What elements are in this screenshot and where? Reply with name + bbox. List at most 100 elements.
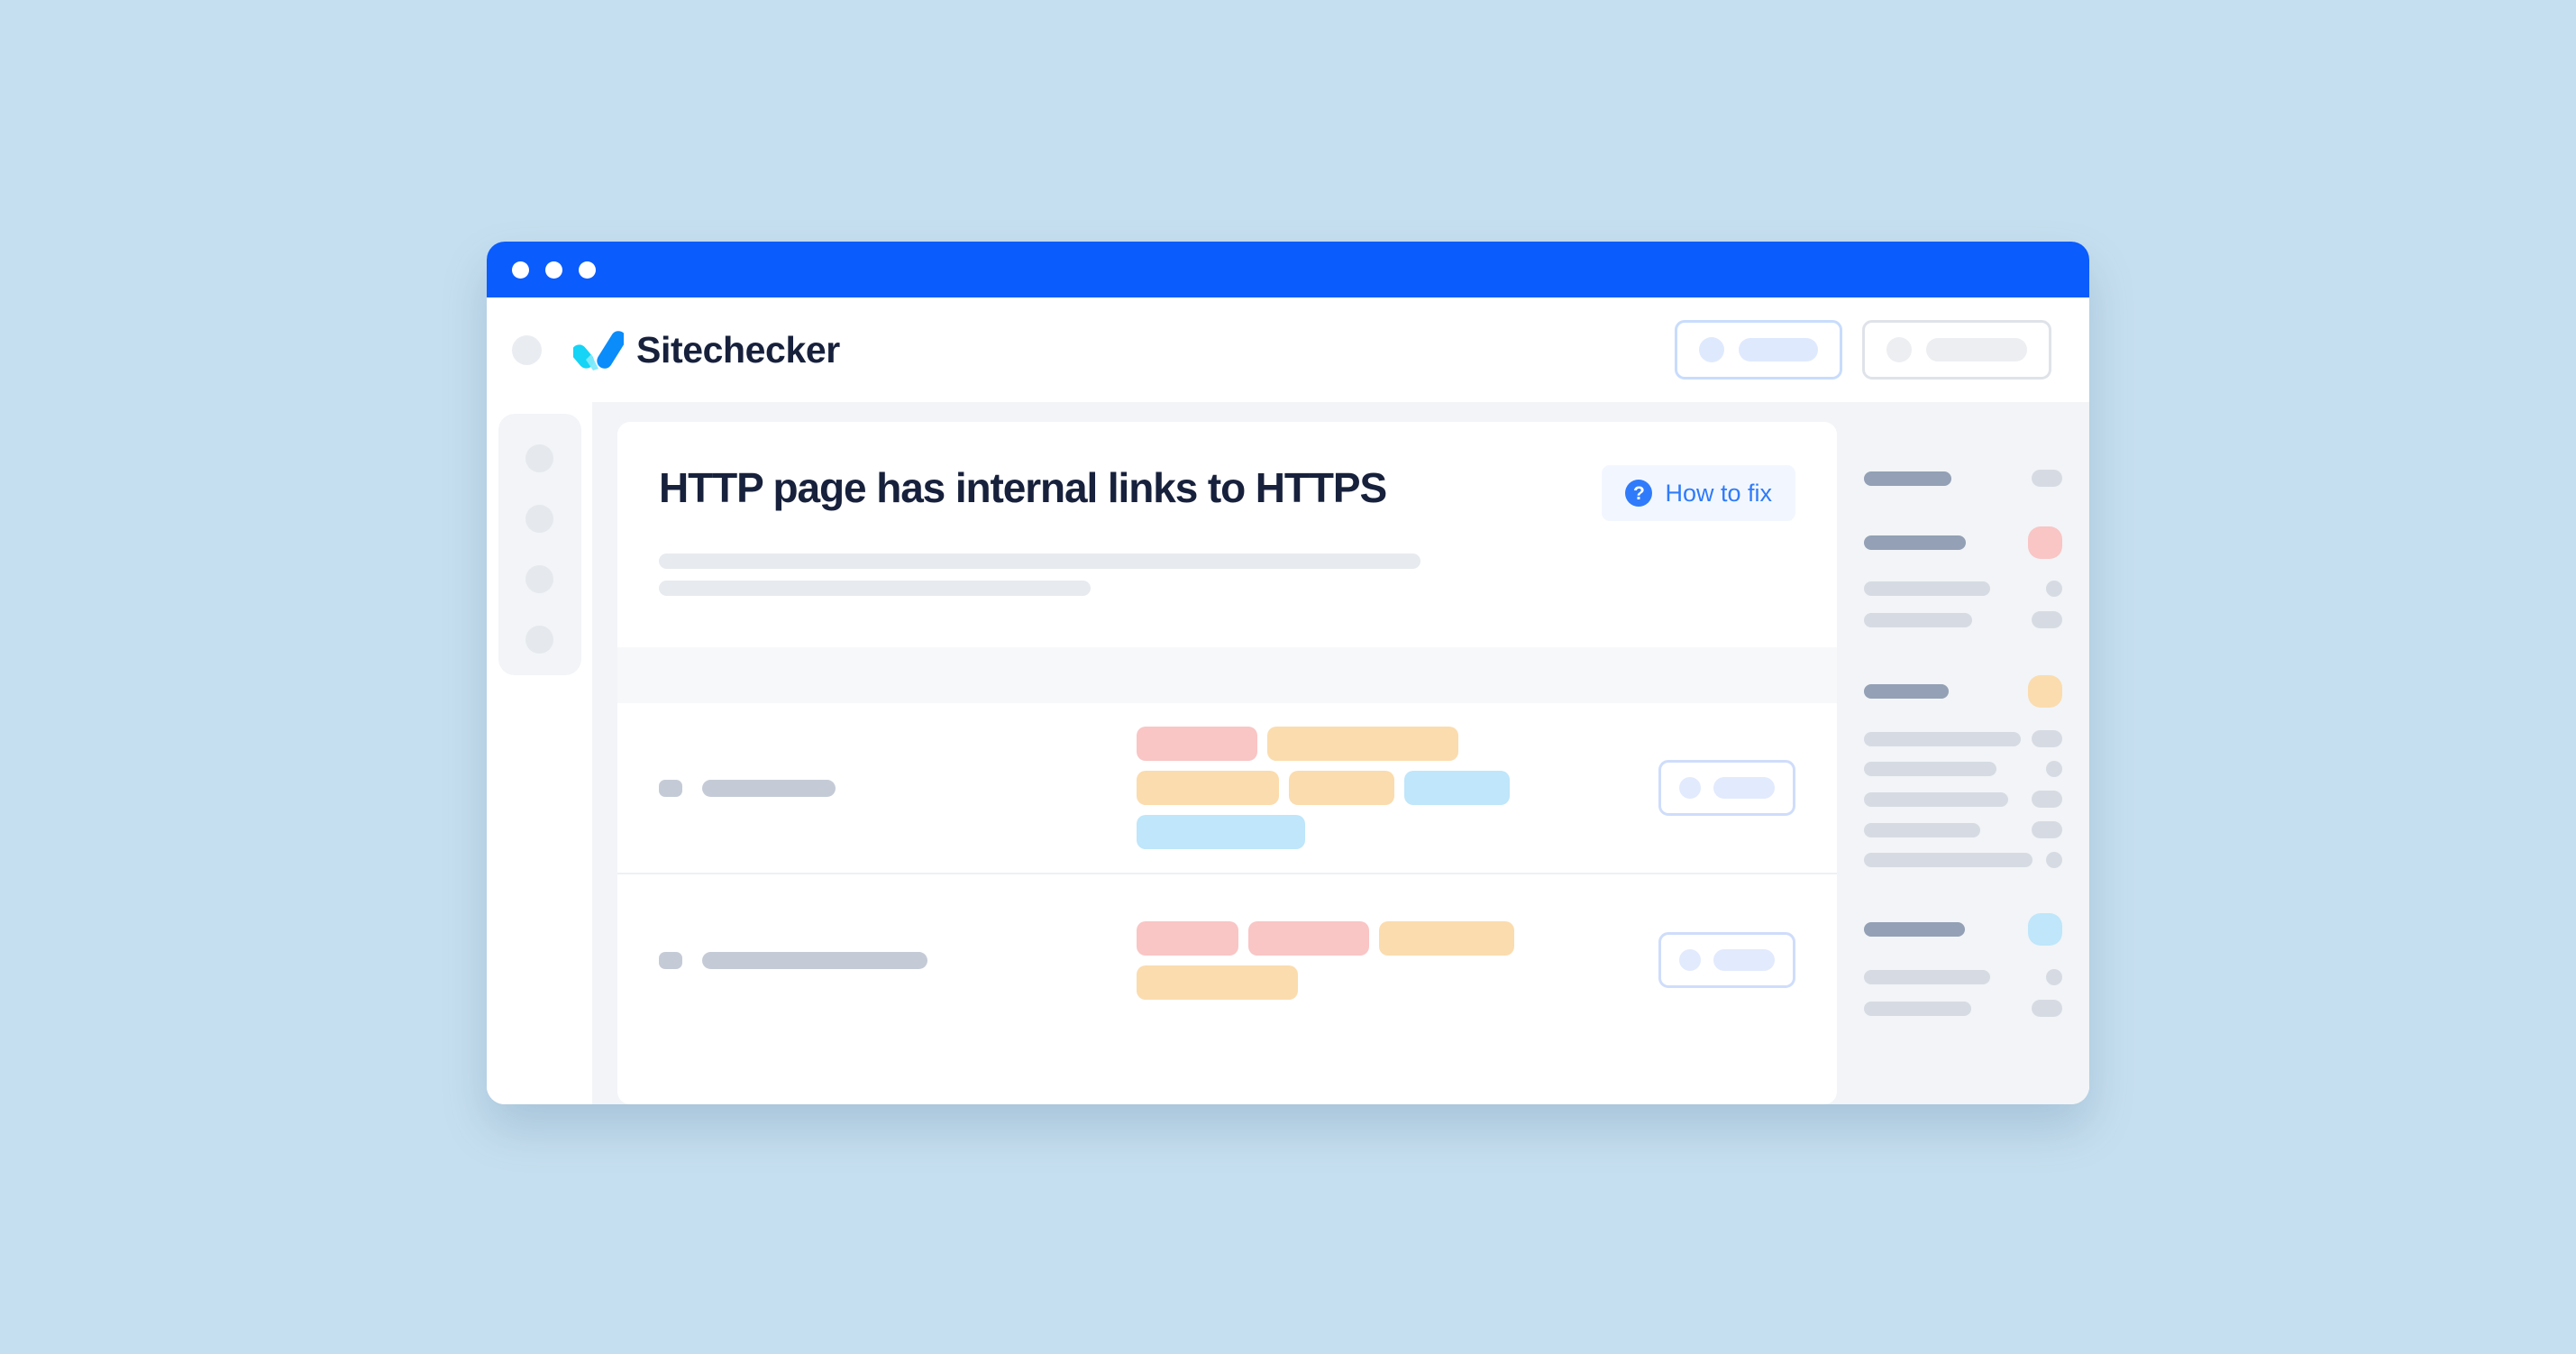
sidebar-subitem[interactable]: [1864, 581, 2062, 597]
sidebar-subitem[interactable]: [1864, 761, 2062, 777]
sidebar-group-header[interactable]: [1864, 470, 2062, 487]
tag-pill[interactable]: [1137, 815, 1305, 849]
sidebar-item-2[interactable]: [525, 505, 553, 533]
sidebar-group-header[interactable]: [1864, 675, 2062, 708]
placeholder-label: [1926, 338, 2027, 361]
sidebar-item-1[interactable]: [525, 444, 553, 472]
table-row[interactable]: [617, 703, 1837, 874]
group-label-placeholder: [1864, 684, 1949, 699]
main-content: HTTP page has internal links to HTTPS ? …: [592, 402, 1837, 1104]
subitem-label-placeholder: [1864, 612, 1972, 627]
table-header-row: [617, 647, 1837, 703]
sidebar-item-3[interactable]: [525, 565, 553, 593]
tag-pill[interactable]: [1267, 727, 1458, 761]
sidebar-item-4[interactable]: [525, 626, 553, 654]
group-label-placeholder: [1864, 922, 1965, 937]
sidebar-subitem[interactable]: [1864, 821, 2062, 838]
status-badge: [2032, 730, 2062, 747]
row-marker-icon: [659, 779, 682, 797]
placeholder-icon: [1679, 949, 1701, 971]
subitem-label-placeholder: [1864, 581, 1990, 596]
issue-card-header: HTTP page has internal links to HTTPS ? …: [617, 422, 1837, 647]
description-line: [659, 581, 1092, 596]
tag-pill[interactable]: [1379, 920, 1514, 956]
row-label-placeholder: [702, 779, 836, 797]
right-sidebar: [1837, 402, 2089, 1104]
status-badge: [2032, 470, 2062, 487]
status-badge: [2032, 1000, 2062, 1017]
description-placeholder: [659, 521, 1795, 647]
status-badge-warning: [2028, 675, 2062, 708]
window-dot-1-icon[interactable]: [512, 261, 529, 279]
group-label-placeholder: [1864, 471, 1951, 486]
row-action-button[interactable]: [1658, 760, 1795, 816]
left-nav-panel: [498, 414, 581, 675]
sidebar-subitem[interactable]: [1864, 969, 2062, 985]
header-primary-button[interactable]: [1675, 320, 1842, 380]
header-actions: [1675, 320, 2051, 380]
sidebar-subitem[interactable]: [1864, 1000, 2062, 1017]
row-label: [659, 779, 1137, 797]
sidebar-group-header[interactable]: [1864, 913, 2062, 946]
brand-name: Sitechecker: [636, 328, 840, 371]
status-badge: [2032, 821, 2062, 838]
row-label-placeholder: [702, 951, 927, 969]
placeholder-label: [1739, 338, 1818, 361]
row-tags: [1137, 920, 1578, 1000]
status-badge: [2032, 611, 2062, 628]
placeholder-icon: [1679, 777, 1701, 799]
status-badge: [2046, 969, 2062, 985]
tag-pill[interactable]: [1404, 771, 1510, 805]
row-label: [659, 951, 1137, 969]
how-to-fix-button[interactable]: ? How to fix: [1602, 465, 1795, 521]
subitem-label-placeholder: [1864, 791, 2008, 807]
browser-window: Sitechecker HTTP page has internal links…: [487, 242, 2089, 1104]
sidebar-subitem[interactable]: [1864, 852, 2062, 868]
header-secondary-button[interactable]: [1862, 320, 2051, 380]
status-badge: [2046, 581, 2062, 597]
subitem-label-placeholder: [1864, 1001, 1971, 1016]
tag-pill[interactable]: [1289, 771, 1394, 805]
sidebar-subitem[interactable]: [1864, 791, 2062, 808]
app-body: HTTP page has internal links to HTTPS ? …: [487, 402, 2089, 1104]
group-label-placeholder: [1864, 535, 1966, 550]
question-mark-icon: ?: [1625, 480, 1653, 507]
sidebar-subitem[interactable]: [1864, 611, 2062, 628]
status-badge: [2046, 852, 2062, 868]
status-badge-info: [2028, 913, 2062, 946]
table-row[interactable]: [617, 874, 1837, 1046]
subitem-label-placeholder: [1864, 822, 1980, 837]
page-title: HTTP page has internal links to HTTPS: [659, 464, 1387, 511]
window-dot-3-icon[interactable]: [579, 261, 596, 279]
placeholder-icon: [1886, 337, 1912, 362]
subitem-label-placeholder: [1864, 970, 1990, 984]
subitem-label-placeholder: [1864, 853, 2032, 867]
brand[interactable]: Sitechecker: [571, 328, 840, 371]
row-tags: [1137, 727, 1578, 849]
description-line: [659, 553, 1420, 569]
tag-pill[interactable]: [1248, 920, 1369, 956]
window-dot-2-icon[interactable]: [545, 261, 562, 279]
app-header: Sitechecker: [487, 297, 2089, 402]
avatar[interactable]: [512, 334, 542, 365]
sidebar-subitem[interactable]: [1864, 730, 2062, 747]
tag-pill[interactable]: [1137, 920, 1238, 956]
status-badge: [2046, 761, 2062, 777]
how-to-fix-label: How to fix: [1665, 479, 1772, 507]
placeholder-label: [1713, 949, 1775, 971]
issue-card: HTTP page has internal links to HTTPS ? …: [617, 422, 1837, 1104]
placeholder-label: [1713, 777, 1775, 799]
subitem-label-placeholder: [1864, 762, 1996, 776]
row-marker-icon: [659, 951, 682, 969]
subitem-label-placeholder: [1864, 731, 2021, 746]
tag-pill[interactable]: [1137, 965, 1298, 1000]
row-action-button[interactable]: [1658, 932, 1795, 988]
sitechecker-check-logo-icon: [571, 329, 626, 371]
placeholder-icon: [1699, 337, 1724, 362]
left-nav-rail: [487, 402, 592, 1104]
tag-pill[interactable]: [1137, 771, 1279, 805]
status-badge-critical: [2028, 526, 2062, 559]
status-badge: [2032, 791, 2062, 808]
tag-pill[interactable]: [1137, 727, 1257, 761]
sidebar-group-header[interactable]: [1864, 526, 2062, 559]
